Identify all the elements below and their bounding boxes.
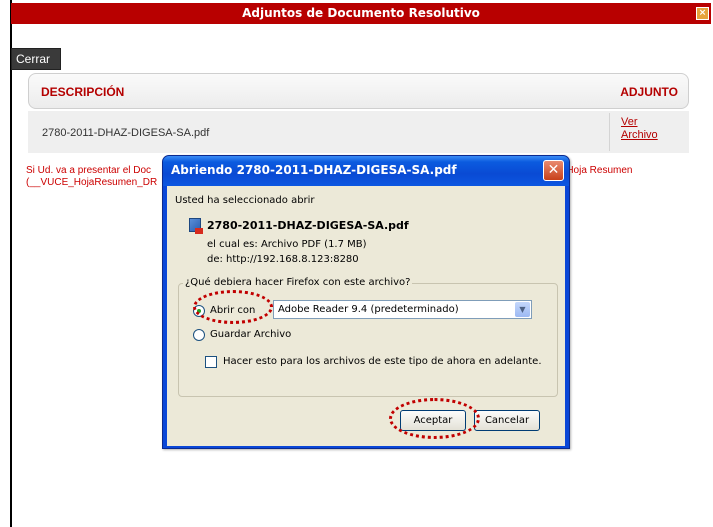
application-select[interactable]: Adobe Reader 9.4 (predeterminado) ▼ xyxy=(273,300,532,319)
view-file-link[interactable]: Ver Archivo xyxy=(621,116,658,142)
window-title: Adjuntos de Documento Resolutivo xyxy=(242,6,480,20)
notice-line-1: Si Ud. va a presentar el Doc xyxy=(26,165,152,176)
file-description: 2780-2011-DHAZ-DIGESA-SA.pdf xyxy=(42,127,210,139)
open-with-radio[interactable] xyxy=(193,305,205,317)
open-with-label[interactable]: Abrir con xyxy=(210,305,255,316)
file-type-text: el cual es: Archivo PDF (1.7 MB) xyxy=(207,239,367,250)
file-source-text: de: http://192.168.8.123:8280 xyxy=(207,254,359,265)
action-question: ¿Qué debiera hacer Firefox con este arch… xyxy=(183,277,413,288)
remember-checkbox[interactable] xyxy=(205,356,217,368)
close-icon[interactable]: × xyxy=(696,7,709,20)
application-select-value: Adobe Reader 9.4 (predeterminado) xyxy=(278,304,459,315)
accept-button[interactable]: Aceptar xyxy=(400,410,466,431)
notice-line-2: (__VUCE_HojaResumen_DR xyxy=(26,177,158,188)
dialog-title-bar[interactable]: Abriendo 2780-2011-DHAZ-DIGESA-SA.pdf ✕ xyxy=(163,156,569,186)
column-header-description: DESCRIPCIÓN xyxy=(41,85,125,99)
dialog-filename: 2780-2011-DHAZ-DIGESA-SA.pdf xyxy=(207,219,409,232)
cancel-button[interactable]: Cancelar xyxy=(474,410,540,431)
remember-label[interactable]: Hacer esto para los archivos de este tip… xyxy=(223,356,542,367)
dialog-body: Usted ha seleccionado abrir 2780-2011-DH… xyxy=(167,186,565,446)
chevron-down-icon[interactable]: ▼ xyxy=(515,302,530,317)
table-header: DESCRIPCIÓN ADJUNTO xyxy=(28,73,689,109)
notice-text: Si Ud. va a presentar el Doc (__VUCE_Hoj… xyxy=(26,165,157,189)
save-file-radio[interactable] xyxy=(193,329,205,341)
view-file-link-line2[interactable]: Archivo xyxy=(621,129,658,141)
window-title-bar: Adjuntos de Documento Resolutivo × xyxy=(11,3,711,24)
open-file-dialog: Abriendo 2780-2011-DHAZ-DIGESA-SA.pdf ✕ … xyxy=(162,155,570,449)
save-file-label[interactable]: Guardar Archivo xyxy=(210,329,291,340)
dialog-title: Abriendo 2780-2011-DHAZ-DIGESA-SA.pdf xyxy=(171,163,457,177)
pdf-file-icon xyxy=(189,218,203,234)
dialog-close-icon[interactable]: ✕ xyxy=(543,160,564,181)
column-header-attachment: ADJUNTO xyxy=(620,85,678,99)
view-file-link-line1[interactable]: Ver xyxy=(621,116,638,128)
attachments-table: DESCRIPCIÓN ADJUNTO 2780-2011-DHAZ-DIGES… xyxy=(28,73,689,153)
close-button[interactable]: Cerrar xyxy=(11,48,61,70)
table-row: 2780-2011-DHAZ-DIGESA-SA.pdf Ver Archivo xyxy=(28,111,689,153)
column-divider xyxy=(609,113,610,151)
dialog-intro: Usted ha seleccionado abrir xyxy=(175,195,315,206)
